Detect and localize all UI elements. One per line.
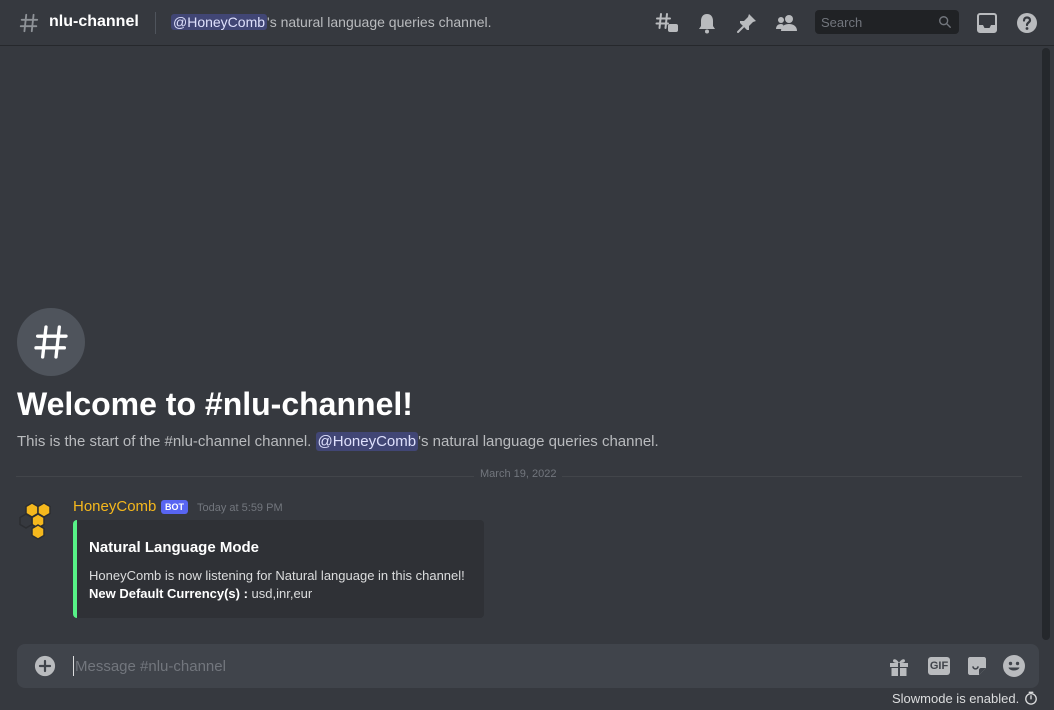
gif-label: GIF: [927, 657, 951, 675]
emoji-icon[interactable]: [1002, 654, 1026, 678]
welcome-subtitle: This is the start of the #nlu-channel ch…: [17, 432, 659, 451]
add-icon[interactable]: [34, 655, 56, 677]
topic-text: 's natural language queries channel.: [267, 14, 492, 30]
welcome-sub-suffix: 's natural language queries channel.: [418, 433, 659, 450]
slowmode-notice: Slowmode is enabled.: [892, 691, 1020, 706]
members-icon[interactable]: [775, 11, 799, 35]
embed-field-label: New Default Currency(s) :: [89, 586, 248, 601]
channel-name: nlu-channel: [49, 13, 139, 30]
search-placeholder: Search: [821, 15, 863, 30]
message-embed: Natural Language Mode HoneyComb is now l…: [73, 520, 484, 618]
welcome-title: Welcome to #nlu-channel!: [17, 386, 413, 422]
channel-header: nlu-channel @HoneyComb's natural languag…: [0, 0, 1054, 46]
pin-icon[interactable]: [735, 11, 759, 35]
welcome-mention[interactable]: @HoneyComb: [315, 432, 419, 451]
welcome-sub-prefix: This is the start of the #nlu-channel ch…: [17, 433, 316, 450]
bell-icon[interactable]: [695, 11, 719, 35]
honeycomb-avatar[interactable]: [18, 500, 58, 540]
header-divider: [155, 12, 156, 34]
scrollbar-thumb[interactable]: [1042, 48, 1050, 640]
embed-field-value: usd,inr,eur: [247, 586, 313, 601]
channel-welcome-badge: [17, 308, 85, 376]
embed-description: HoneyComb is now listening for Natural l…: [89, 568, 465, 583]
timer-icon: [1025, 691, 1037, 705]
sticker-icon[interactable]: [965, 654, 989, 678]
help-icon[interactable]: [1015, 11, 1039, 35]
message-author[interactable]: HoneyComb: [73, 498, 156, 515]
gift-icon[interactable]: [887, 654, 911, 678]
bot-badge: BOT: [161, 500, 188, 514]
inbox-icon[interactable]: [975, 11, 999, 35]
channel-hash-icon: [34, 325, 68, 359]
search-box[interactable]: Search: [815, 10, 959, 34]
topic-mention[interactable]: @HoneyComb: [171, 14, 268, 30]
channel-hash-icon: [19, 13, 39, 33]
channel-topic[interactable]: @HoneyComb's natural language queries ch…: [171, 14, 492, 30]
embed-title: Natural Language Mode: [89, 539, 260, 556]
text-caret: [73, 656, 74, 676]
threads-icon[interactable]: [655, 11, 679, 35]
date-divider-label: March 19, 2022: [474, 468, 563, 480]
message-input[interactable]: [75, 656, 775, 676]
search-icon: [939, 16, 951, 28]
gif-icon[interactable]: GIF: [927, 654, 951, 678]
embed-field: New Default Currency(s) : usd,inr,eur: [89, 586, 312, 601]
message-composer: GIF: [17, 644, 1039, 688]
message-timestamp[interactable]: Today at 5:59 PM: [197, 502, 283, 514]
